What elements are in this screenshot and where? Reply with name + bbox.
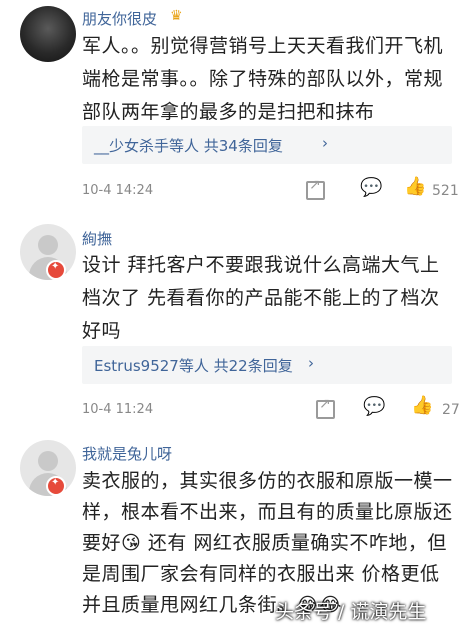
like-count: 27	[442, 402, 460, 418]
share-icon[interactable]	[316, 396, 335, 419]
timestamp: 10-4 11:24	[82, 402, 154, 417]
verified-badge-icon	[46, 260, 66, 280]
like-icon[interactable]: 👍	[411, 395, 433, 416]
watermark: 头条号 / 谎演先生	[275, 601, 427, 623]
username[interactable]: 絢撫	[82, 228, 112, 249]
avatar[interactable]	[20, 6, 76, 62]
comment-text: 设计 拜托客户不要跟我说什么高端大气上 档次了 先看看你的产品能不能上的了档次 …	[82, 254, 440, 342]
replies-button[interactable]: Estrus9527等人 共22条回复 ›	[82, 346, 452, 384]
replies-label: __少女杀手等人 共34条回复	[94, 137, 283, 155]
like-icon[interactable]: 👍	[404, 176, 426, 197]
chevron-right-icon: ›	[308, 354, 314, 372]
username[interactable]: 朋友你很皮	[82, 8, 157, 29]
reply-icon[interactable]: 💬	[360, 177, 382, 198]
replies-label: Estrus9527等人 共22条回复	[94, 357, 293, 375]
reply-icon[interactable]: 💬	[363, 396, 385, 417]
comment-text: 军人。。别觉得营销号上天天看我们开飞机 端枪是常事。。除了特殊的部队以外，常规 …	[82, 35, 444, 123]
vip-crown-icon: ♛	[170, 8, 183, 24]
chevron-right-icon: ›	[322, 134, 328, 152]
verified-badge-icon	[46, 476, 66, 496]
share-icon[interactable]	[306, 177, 325, 200]
username[interactable]: 我就是兔儿呀	[82, 443, 172, 464]
replies-button[interactable]: __少女杀手等人 共34条回复 ›	[82, 126, 452, 164]
like-count: 521	[432, 183, 459, 199]
timestamp: 10-4 14:24	[82, 183, 154, 198]
